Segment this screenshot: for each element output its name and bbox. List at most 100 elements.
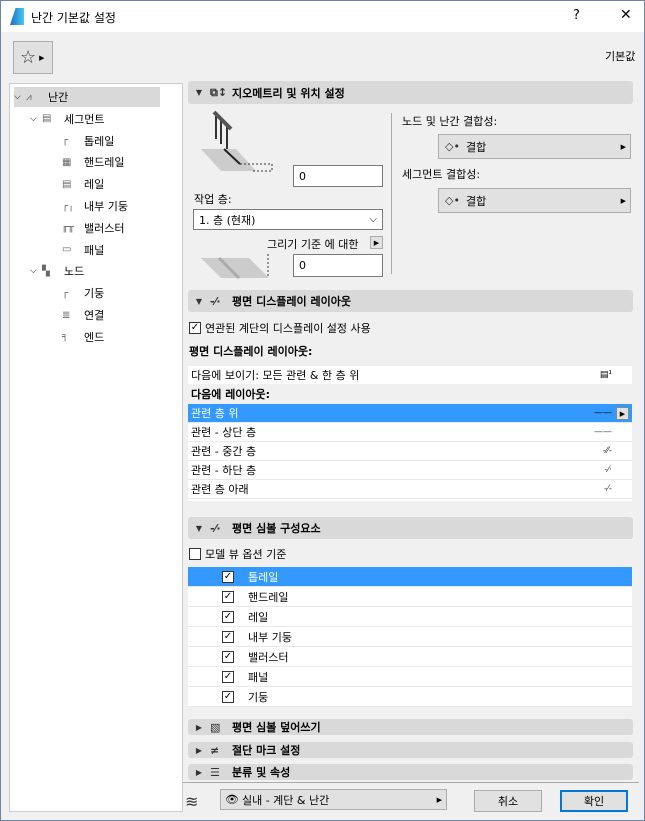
chevron-down-icon[interactable]: ⌵ — [30, 266, 42, 276]
use-stair-display-checkbox[interactable]: ✓ 연관된 계단의 디스플레이 설정 사용 — [189, 320, 371, 336]
section-title: 절단 마크 설정 — [232, 744, 301, 757]
chevron-down-icon[interactable]: ⌵ — [30, 114, 42, 124]
divider — [391, 113, 392, 274]
section-plan-display-header[interactable]: ▼ -⁄· 평면 디스플레이 레이아웃 — [188, 290, 633, 312]
railing-part-icon: ▚ — [42, 265, 50, 277]
railing-part-icon: ▭ — [62, 244, 72, 256]
checkbox-label: 연관된 계단의 디스플레이 설정 사용 — [205, 322, 371, 335]
list-blank — [188, 499, 632, 501]
reference-label: 그리기 기준 에 대한 — [267, 238, 359, 251]
checkbox-checked[interactable]: ✓ — [222, 690, 234, 703]
connection-icon: ◇• — [445, 194, 460, 207]
layout-row[interactable]: 관련 - 상단 층 —— — [188, 423, 632, 442]
tree-item[interactable]: ⌵ ▤ 세그먼트 — [30, 109, 104, 129]
checkbox-checked[interactable]: ✓ — [222, 610, 234, 623]
view-option-value: 실내 - 계단 & 난간 — [241, 793, 330, 807]
tree-item-label: 톱레일 — [84, 134, 115, 148]
railing-part-icon: ▤ — [42, 113, 52, 125]
tree-item-label: 난간 — [48, 91, 69, 104]
symbol-component-row[interactable]: ✓ 내부 기둥 — [188, 627, 632, 647]
checkbox-checked[interactable]: ✓ — [222, 670, 234, 683]
tree-item[interactable]: ▭ 패널 — [50, 240, 104, 260]
expand-triangle-icon: ▶ — [195, 745, 203, 755]
symbol-component-row[interactable]: ✓ 밸러스터 — [188, 647, 632, 667]
title-bar: 난간 기본값 설정 ? ✕ — [1, 1, 644, 32]
node-connection-button[interactable]: ◇• 결합 ▶ — [438, 134, 631, 159]
eye-icon: 👁 — [225, 793, 239, 806]
tree-item[interactable]: ┌ 톱레일 — [50, 131, 114, 151]
segment-connection-button[interactable]: ◇• 결합 ▶ — [438, 188, 631, 213]
section-collapsed-header[interactable]: ▶ ☰ 분류 및 속성 — [188, 764, 633, 780]
row-menu-button[interactable]: ▶ — [616, 406, 629, 420]
close-button[interactable]: ✕ — [620, 7, 632, 23]
symbol-component-label: 밸러스터 — [248, 650, 289, 664]
tree-item-label: 핸드레일 — [84, 156, 125, 170]
symbol-component-row[interactable]: ✓ 기둥 — [188, 687, 632, 707]
tree-item-label: 내부 기둥 — [84, 200, 128, 213]
railing-part-icon: ╕ — [62, 331, 69, 343]
arrow-right-icon: ▶ — [620, 196, 626, 205]
layout-row[interactable]: 관련 층 위 —— ▶ — [188, 404, 632, 423]
layout-row[interactable]: 관련 - 하단 층 -⁄· — [188, 461, 632, 480]
layout-row-label: 관련 층 아래 — [191, 483, 249, 496]
tree-item[interactable]: ┌ 기둥 — [50, 283, 104, 303]
collapse-triangle-icon: ▼ — [195, 296, 203, 306]
layout-row-label: 관련 층 위 — [191, 407, 239, 420]
tree-item[interactable]: ▤ 레일 — [50, 174, 104, 194]
checkbox-checked[interactable]: ✓ — [222, 590, 234, 603]
help-button[interactable]: ? — [573, 8, 580, 23]
section-geometry-header[interactable]: ▼ ⧉↕ 지오메트리 및 위치 설정 — [188, 81, 633, 104]
tree-item[interactable]: ⌵ ⩘ 난간 — [14, 87, 160, 107]
railing-part-icon: ╓╥ — [62, 222, 75, 234]
ok-button[interactable]: 확인 — [560, 790, 628, 812]
tree-item[interactable]: ╕ 엔드 — [50, 327, 104, 347]
line-style-icon: -⁄⁄- — [602, 446, 612, 456]
story-label: 작업 층: — [194, 193, 232, 206]
story-select[interactable]: 1. 층 (현재) ⌵ — [193, 209, 383, 230]
tree-item-label: 레일 — [84, 178, 105, 192]
checkbox-checked[interactable]: ✓ — [222, 570, 234, 583]
section-collapsed-header[interactable]: ▶ ▧ 평면 심볼 덮어쓰기 — [188, 719, 633, 735]
tree-item[interactable]: ╓╥ 밸러스터 — [50, 218, 124, 238]
chevron-down-icon[interactable]: ⌵ — [14, 92, 26, 102]
symbol-component-label: 기둥 — [248, 690, 269, 704]
dialog-window: 난간 기본값 설정 ? ✕ ☆ ▶ 기본값 ⌵ ⩘ 난간 ⌵ ▤ 세그먼트 ┌ … — [0, 0, 645, 821]
symbol-component-row[interactable]: ✓ 레일 — [188, 607, 632, 627]
checkbox-checked[interactable]: ✓ — [222, 630, 234, 643]
arrow-right-icon: ▶ — [436, 795, 442, 804]
reference-menu-button[interactable]: ▶ — [370, 236, 383, 249]
checkbox-checked[interactable]: ✓ — [189, 322, 201, 334]
arrow-right-icon: ▶ — [39, 53, 45, 62]
section-title: 평면 심볼 덮어쓰기 — [232, 721, 321, 734]
app-icon — [10, 8, 24, 25]
model-view-checkbox[interactable]: 모델 뷰 옵션 기준 — [189, 546, 286, 562]
tree-item-label: 노드 — [64, 265, 85, 279]
story-select-value: 1. 층 (현재) — [199, 213, 256, 227]
layout-row[interactable]: 관련 - 중간 층 -⁄⁄- — [188, 442, 632, 461]
geometry-icon: ⧉↕ — [210, 85, 228, 99]
symbol-component-row[interactable]: ✓ 패널 — [188, 667, 632, 687]
railing-part-icon: ▤ — [62, 178, 72, 190]
section-title: 분류 및 속성 — [232, 766, 291, 779]
collapse-triangle-icon: ▼ — [195, 523, 203, 533]
show-on-row[interactable]: 다음에 보이기: 모든 관련 & 한 층 위 ▤¹ — [188, 366, 632, 384]
tree-item[interactable]: ⌵ ▚ 노드 — [30, 261, 84, 281]
tree-item[interactable]: ▦ 핸드레일 — [50, 152, 124, 172]
view-option-dropdown[interactable]: 👁 실내 - 계단 & 난간 ▶ — [220, 789, 447, 810]
collapse-triangle-icon: ▼ — [195, 88, 203, 97]
symbol-component-row[interactable]: ✓ 톱레일 — [188, 567, 632, 587]
favorites-button[interactable]: ☆ ▶ — [13, 41, 53, 74]
line-style-icon: —— — [594, 408, 612, 418]
symbol-component-row[interactable]: ✓ 핸드레일 — [188, 587, 632, 607]
checkbox-unchecked[interactable] — [189, 548, 201, 560]
layout-row[interactable]: 관련 층 아래 -⁄- — [188, 480, 632, 499]
checkbox-checked[interactable]: ✓ — [222, 650, 234, 663]
reference-input[interactable]: 0 — [293, 254, 383, 277]
plan-line-icon: -⁄· — [210, 294, 221, 308]
offset-input[interactable]: 0 — [293, 165, 383, 187]
section-plan-symbol-header[interactable]: ▼ -⁄· 평면 심볼 구성요소 — [188, 517, 633, 539]
section-collapsed-header[interactable]: ▶ ≠ 절단 마크 설정 — [188, 742, 633, 758]
tree-item[interactable]: ┌╷ 내부 기둥 — [50, 196, 128, 216]
tree-item[interactable]: ≣ 연결 — [50, 305, 104, 325]
cancel-button[interactable]: 취소 — [474, 790, 542, 812]
